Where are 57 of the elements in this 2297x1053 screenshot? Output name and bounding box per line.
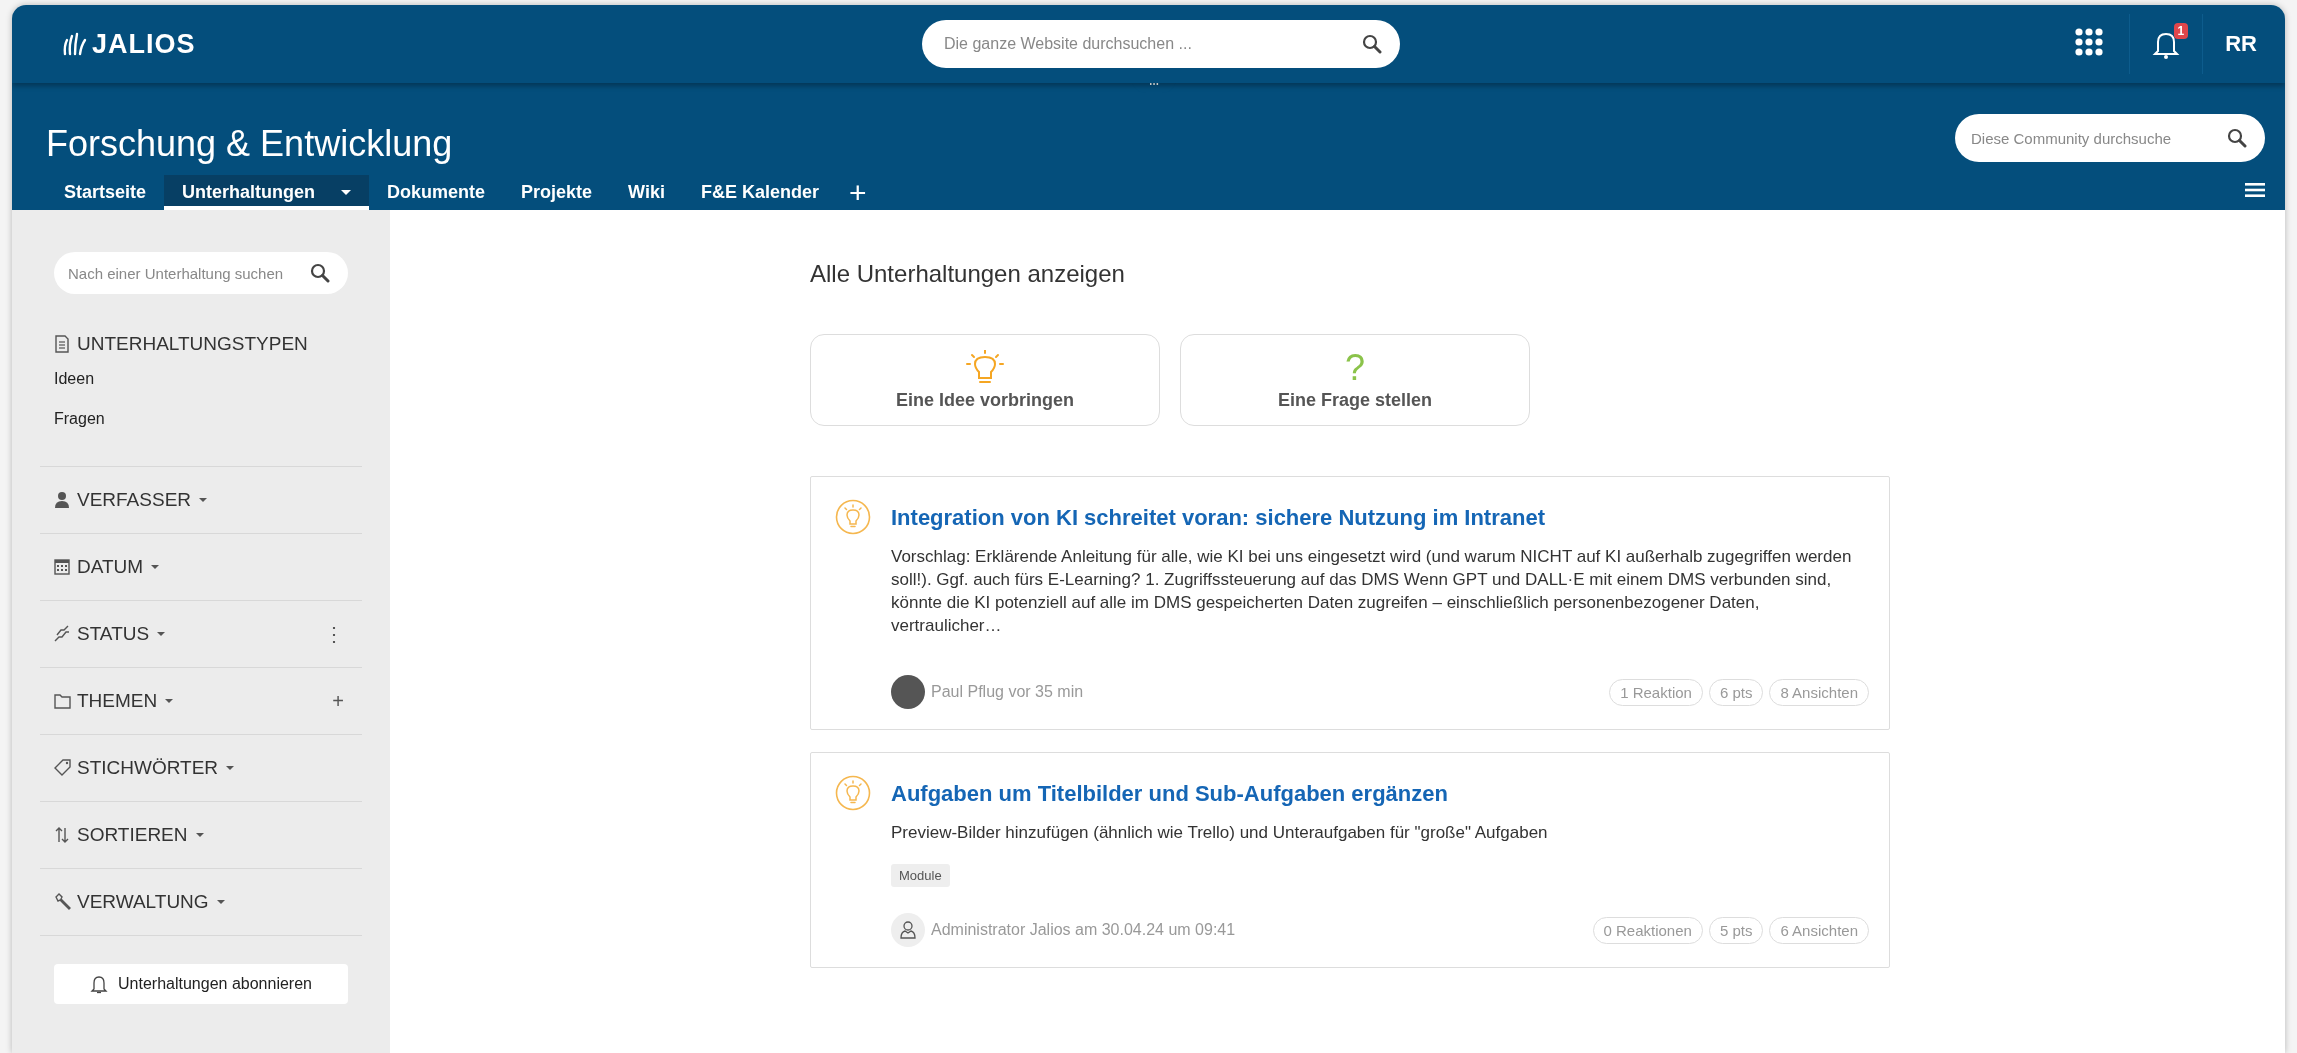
folder-icon [54, 692, 71, 710]
new-question-button[interactable]: ? Eine Frage stellen [1180, 334, 1530, 426]
calendar-icon [54, 558, 71, 576]
nav-tab[interactable]: Dokumente [369, 175, 504, 210]
new-idea-button[interactable]: Eine Idee vorbringen [810, 334, 1160, 426]
post-excerpt: Vorschlag: Erklärende Anleitung für alle, wie KI bei uns eingesetzt wird (und warum NICHT auf KI außerhalb zugegriffen werden soll!). Ggf. auch fürs E-Learning? 1. Zugriffssteuerung auf das DMS Wenn GPT und DALL·E mit einem DMS verbunden sind, könnte die KI potenziell auf alle im DMS gespeicherten Daten zugreifen – einschließlich personenbezogener Daten, vertraulicher… [891, 546, 1853, 637]
search-icon[interactable] [2227, 128, 2247, 148]
question-mark-icon: ? [1345, 349, 1365, 386]
filter-link[interactable]: Ideen [54, 362, 348, 402]
filter-dropdown[interactable]: STICHWÖRTER [77, 757, 235, 779]
person-icon [898, 920, 918, 940]
post-title-link[interactable]: Integration von KI schreitet voran: sichere Nutzung im Intranet [891, 505, 1869, 531]
filter-dropdown[interactable]: DATUM [77, 556, 160, 578]
lightbulb-icon [965, 349, 1005, 386]
nav-tab[interactable]: Unterhaltungen [164, 175, 370, 210]
filter-dropdown[interactable]: SORTIEREN [77, 824, 204, 846]
tag-label[interactable]: Module [891, 864, 950, 887]
conversation-search-field[interactable]: Nach einer Unterhaltung suchen [54, 252, 348, 294]
bell-icon [90, 974, 109, 994]
post-excerpt: Preview-Bilder hinzufügen (ähnlich wie Trello) und Unteraufgaben für "große" Aufgaben [891, 822, 1549, 844]
lightbulb-icon [835, 775, 871, 811]
section-title: UNTERHALTUNGSTYPEN [77, 333, 308, 355]
subscribe-button[interactable]: Unterhaltungen abonnieren [54, 964, 348, 1004]
community-search-field[interactable]: Diese Community durchsuche [1955, 114, 2265, 162]
section-action-button[interactable]: + [328, 691, 348, 711]
user-initials[interactable]: RR [2225, 31, 2263, 57]
filter-dropdown[interactable]: VERFASSER [77, 489, 208, 511]
notification-badge: 1 [2173, 23, 2189, 39]
filter-dropdown[interactable]: THEMEN [77, 690, 174, 712]
nav-tab[interactable]: F&E Kalender [682, 175, 837, 210]
person-icon [54, 491, 71, 509]
tag-icon [54, 759, 71, 777]
logo-icon [62, 32, 88, 56]
avatar-photo-placeholder [891, 675, 925, 709]
community-title: Forschung & Entwicklung [46, 123, 453, 165]
post-meta: Paul Pflug vor 35 min [931, 683, 1084, 701]
nav-tab[interactable]: Startseite [46, 175, 165, 210]
filter-dropdown[interactable]: STATUS [77, 623, 166, 645]
sort-arrows-icon [54, 826, 71, 844]
menu-icon[interactable] [2245, 182, 2265, 198]
search-icon[interactable] [310, 263, 330, 283]
nav-tab[interactable]: Projekte [503, 175, 611, 210]
search-icon[interactable] [1362, 34, 1382, 54]
document-icon [54, 335, 71, 353]
filter-dropdown[interactable]: VERWALTUNG [77, 891, 225, 913]
wrench-icon [54, 893, 71, 911]
site-search-field[interactable]: Die ganze Website durchsuchen ... [922, 20, 1400, 68]
add-tab-button[interactable]: + [837, 175, 879, 210]
post-meta: Administrator Jalios am 30.04.24 um 09:41 [931, 921, 1236, 939]
post-title-link[interactable]: Aufgaben um Titelbilder und Sub-Aufgaben ergänzen [891, 781, 1869, 807]
filter-link[interactable]: Fragen [54, 402, 348, 442]
page-heading: Alle Unterhaltungen anzeigen [810, 260, 1126, 288]
logo-text: JALIOS [92, 28, 196, 60]
section-action-button[interactable]: ⋮ [320, 624, 348, 644]
stairs-icon [54, 625, 71, 643]
nav-tab[interactable]: Wiki [610, 175, 683, 210]
lightbulb-icon [835, 499, 871, 535]
